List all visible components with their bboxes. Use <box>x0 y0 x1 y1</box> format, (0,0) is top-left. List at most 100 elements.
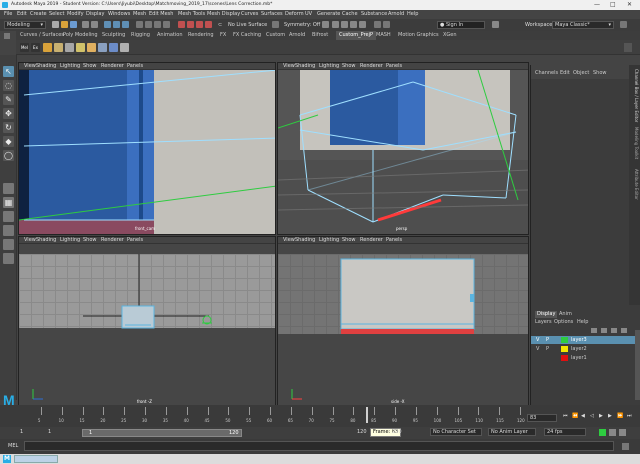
step-back-key-icon[interactable]: ⏪ <box>572 414 578 419</box>
side-by-side-layout-icon[interactable] <box>3 211 14 222</box>
shelf-tab-animation[interactable]: Animation <box>157 33 183 38</box>
command-input[interactable] <box>24 441 614 451</box>
panel-menu-view[interactable]: View <box>283 238 295 243</box>
shelf-tab-motion-graphics[interactable]: Motion Graphics <box>398 33 439 38</box>
step-forward-key-icon[interactable]: ⏩ <box>617 414 623 419</box>
layer-playback-toggle[interactable]: P <box>546 338 549 343</box>
anim-start-field[interactable]: 1 <box>48 430 51 435</box>
persp-outliner-layout-icon[interactable] <box>3 225 14 236</box>
panel-menu-shading[interactable]: Shading <box>36 64 56 69</box>
maya-taskbar-icon[interactable]: M <box>3 455 11 463</box>
viewport-side[interactable]: View Shading Lighting Show Renderer Pane… <box>277 236 529 406</box>
channel-box-menu-show[interactable]: Show <box>593 71 607 76</box>
layer-visibility-toggle[interactable]: V <box>536 338 539 343</box>
layer-scrollbar[interactable] <box>635 330 640 400</box>
panel-menu-panels[interactable]: Panels <box>386 238 402 243</box>
sign-in-button[interactable]: ● Sign In <box>437 21 485 29</box>
menu-arnold[interactable]: Arnold <box>388 12 404 17</box>
move-tool-icon[interactable]: ✥ <box>3 108 14 119</box>
snap-grid-icon[interactable] <box>178 21 185 28</box>
maximize-button[interactable]: □ <box>610 2 616 8</box>
shelf-tab-arnold[interactable]: Arnold <box>289 33 305 38</box>
layer-toolbar-icon[interactable] <box>591 328 597 333</box>
side-tab-channel-box[interactable]: Channel Box / Layer Editor <box>634 69 639 122</box>
side-tab-attribute-editor[interactable]: Attribute Editor <box>634 169 639 200</box>
panel-menu-view[interactable]: View <box>24 64 36 69</box>
panel-menu-lighting[interactable]: Lighting <box>319 238 339 243</box>
go-to-start-icon[interactable]: ⏮ <box>563 414 568 419</box>
viewport-front-cam[interactable]: View Shading Lighting Show Renderer Pane… <box>18 62 276 235</box>
ex-script-icon[interactable]: Ex <box>31 43 40 52</box>
shelf-tool-icon[interactable] <box>65 43 74 52</box>
shelf-tab-fx[interactable]: FX <box>220 33 226 38</box>
panel-menu-shading[interactable]: Shading <box>295 238 315 243</box>
mode-selector[interactable]: Modeling ▾ <box>4 21 46 29</box>
shelf-tool-icon[interactable] <box>109 43 118 52</box>
anim-layer-dropdown[interactable]: No Anim Layer <box>488 428 536 436</box>
layer-name[interactable]: layer3 <box>571 338 587 343</box>
close-button[interactable]: ✕ <box>627 2 632 8</box>
panel-menu-renderer[interactable]: Renderer <box>101 238 124 243</box>
shelf-tab-bifrost[interactable]: Bifrost <box>312 33 328 38</box>
layer-color-swatch[interactable] <box>561 337 568 343</box>
select-mask-icon[interactable] <box>136 21 143 28</box>
panel-menu-lighting[interactable]: Lighting <box>60 238 80 243</box>
panel-menu-renderer[interactable]: Renderer <box>101 64 124 69</box>
command-language-label[interactable]: MEL <box>8 444 18 449</box>
menu-windows[interactable]: Windows <box>108 12 130 17</box>
shelf-tab-mash[interactable]: MASH <box>376 33 391 38</box>
fps-dropdown[interactable]: 24 fps <box>544 428 586 436</box>
menu-generate[interactable]: Generate <box>317 12 340 17</box>
menu-file[interactable]: File <box>4 12 12 17</box>
menu-surfaces[interactable]: Surfaces <box>261 12 283 17</box>
layer-toolbar-icon[interactable] <box>601 328 607 333</box>
redo-icon[interactable] <box>91 21 98 28</box>
layer-row[interactable]: V P layer2 <box>531 345 635 353</box>
select-vertex-icon[interactable] <box>145 21 152 28</box>
select-hierarchy-icon[interactable] <box>104 21 111 28</box>
shelf-tab-poly-modeling[interactable]: Poly Modeling <box>63 33 98 38</box>
panel-menu-view[interactable]: View <box>283 64 295 69</box>
menu-edit[interactable]: Edit <box>17 12 27 17</box>
menu-create[interactable]: Create <box>30 12 47 17</box>
save-scene-icon[interactable] <box>70 21 77 28</box>
auto-key-icon[interactable] <box>599 429 606 436</box>
channel-box-menu-edit[interactable]: Edit <box>560 71 570 76</box>
minimize-button[interactable]: — <box>594 2 600 8</box>
arnold-render-icon[interactable] <box>374 21 381 28</box>
play-backwards-icon[interactable]: ◁ <box>590 414 594 419</box>
shelf-tool-icon[interactable] <box>54 43 63 52</box>
shelf-tool-icon[interactable] <box>87 43 96 52</box>
side-tab-modeling-toolkit[interactable]: Modeling Toolkit <box>634 127 639 159</box>
menu-display[interactable]: Display <box>86 12 104 17</box>
lights-icon[interactable] <box>383 21 390 28</box>
select-object-icon[interactable] <box>113 21 120 28</box>
play-forwards-icon[interactable]: ▶ <box>599 414 603 419</box>
step-back-icon[interactable]: ◀ <box>581 414 585 419</box>
symmetry-label[interactable]: Symmetry: Off <box>284 23 320 28</box>
panel-menu-shading[interactable]: Shading <box>295 64 315 69</box>
shelf-tool-icon[interactable] <box>76 43 85 52</box>
current-frame-field[interactable]: 83 <box>527 414 557 422</box>
menu-edit-mesh[interactable]: Edit Mesh <box>149 12 173 17</box>
snap-point-icon[interactable] <box>196 21 203 28</box>
shelf-tab-xgen[interactable]: XGen <box>443 33 457 38</box>
symmetry-icon[interactable] <box>272 21 279 28</box>
viewport-persp[interactable]: View Shading Lighting Show Renderer Pane… <box>277 62 529 235</box>
shelf-tool-icon[interactable] <box>43 43 52 52</box>
live-surface-label[interactable]: No Live Surface <box>228 23 267 28</box>
start-frame-field[interactable]: 1 <box>20 430 23 435</box>
layer-color-swatch[interactable] <box>561 346 568 352</box>
layer-visibility-toggle[interactable]: V <box>536 347 539 352</box>
menu-help[interactable]: Help <box>407 12 418 17</box>
menu-modify[interactable]: Modify <box>67 12 84 17</box>
panel-menu-renderer[interactable]: Renderer <box>360 238 383 243</box>
shelf-tab-rigging[interactable]: Rigging <box>131 33 150 38</box>
layer-row[interactable]: V P layer3 <box>531 336 635 344</box>
shelf-tool-icon[interactable] <box>98 43 107 52</box>
panel-menu-renderer[interactable]: Renderer <box>360 64 383 69</box>
shelf-tab-sculpting[interactable]: Sculpting <box>102 33 125 38</box>
workspace-options-icon[interactable] <box>620 21 627 28</box>
single-pane-layout-icon[interactable] <box>3 183 14 194</box>
channel-box-menu-channels[interactable]: Channels <box>535 71 558 76</box>
